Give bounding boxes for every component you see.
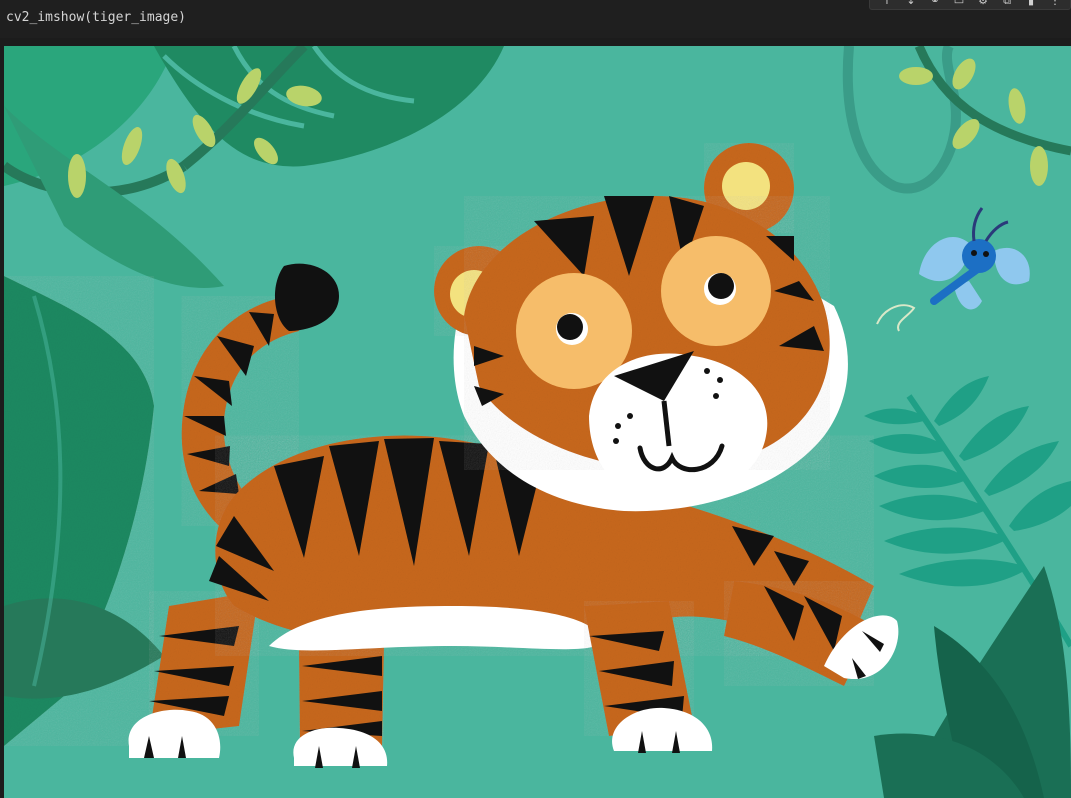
comment-icon[interactable]: ▭ [952,0,966,7]
cell-toolbar: ↑ ↓ ⚭ ▭ ⚙ ⧉ ▮ ⋮ [869,0,1071,10]
mirror-icon[interactable]: ⧉ [1000,0,1014,7]
settings-icon[interactable]: ⚙ [976,0,990,7]
tiger-image-output [4,46,1071,798]
more-icon[interactable]: ⋮ [1048,0,1062,7]
delete-icon[interactable]: ▮ [1024,0,1038,7]
link-icon[interactable]: ⚭ [928,0,942,7]
move-up-icon[interactable]: ↑ [880,0,894,7]
cell-output [0,38,1071,798]
move-down-icon[interactable]: ↓ [904,0,918,7]
left-eye [557,314,583,340]
right-eye [708,273,734,299]
tiger-illustration [4,46,1071,798]
code-line[interactable]: cv2_imshow(tiger_image) [6,10,186,25]
